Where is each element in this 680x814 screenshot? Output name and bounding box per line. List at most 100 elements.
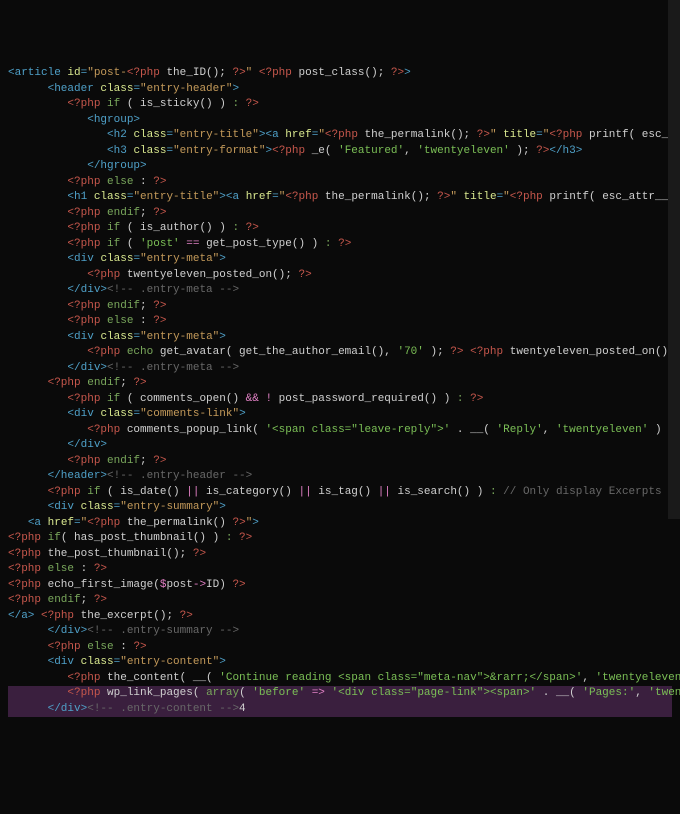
code-token: href xyxy=(48,517,74,529)
code-token: the_post_thumbnail(); xyxy=(48,548,193,560)
code-token: else xyxy=(87,641,120,653)
code-editor[interactable]: <article id="post-<?php the_ID(); ?>" <?… xyxy=(8,66,672,717)
code-token: <header xyxy=(48,83,101,95)
code-token: " xyxy=(246,67,259,79)
code-token: </header> xyxy=(48,470,107,482)
code-token: > xyxy=(219,656,226,668)
code-token: ?> xyxy=(239,532,252,544)
code-token: endif xyxy=(107,455,140,467)
code-token: the_permalink(); xyxy=(325,191,437,203)
code-token: > xyxy=(219,253,226,265)
code-token: </div> xyxy=(67,284,107,296)
code-token: ); xyxy=(510,145,536,157)
code-token: "entry-header" xyxy=(140,83,232,95)
code-token: if xyxy=(87,486,107,498)
code-token: > xyxy=(252,517,259,529)
code-token: <?php xyxy=(48,377,88,389)
code-token: => xyxy=(312,687,325,699)
code-token: <?php xyxy=(67,98,107,110)
code-token: class xyxy=(133,145,166,157)
code-token: else xyxy=(107,315,140,327)
code-token: <div xyxy=(48,656,81,668)
code-token: ( has_post_thumbnail() ) xyxy=(61,532,226,544)
code-token: ?> xyxy=(180,610,193,622)
code-token: is_tag() xyxy=(312,486,378,498)
code-token: </a> xyxy=(8,610,41,622)
code-token: if xyxy=(107,98,127,110)
code-token: class xyxy=(100,83,133,95)
code-token: > xyxy=(239,408,246,420)
code-token: <?php xyxy=(259,67,299,79)
code-token: '<span class="leave-reply">' xyxy=(265,424,450,436)
code-token: ( comments_open() xyxy=(127,393,246,405)
code-token: <h2 xyxy=(107,129,133,141)
code-token: "entry-summary" xyxy=(120,501,219,513)
code-token: <?php xyxy=(87,517,127,529)
code-token: . __( xyxy=(450,424,496,436)
code-token: the_permalink(); xyxy=(365,129,477,141)
code-token: <?php xyxy=(48,641,88,653)
code-token: ?> xyxy=(153,207,166,219)
code-token: <!-- .entry-meta --> xyxy=(107,284,239,296)
code-token: : xyxy=(140,315,153,327)
code-token: " xyxy=(503,191,510,203)
code-token: "entry-meta" xyxy=(140,331,219,343)
code-token: </div> xyxy=(67,362,107,374)
code-token: endif xyxy=(107,300,140,312)
code-token: if xyxy=(107,238,127,250)
code-token: <?php xyxy=(67,300,107,312)
code-token: ( is_sticky() ) xyxy=(127,98,233,110)
code-token: ; xyxy=(140,207,153,219)
code-token: <h1 xyxy=(67,191,93,203)
code-token: > xyxy=(219,331,226,343)
scrollbar-track[interactable] xyxy=(668,0,680,519)
code-token: ?> xyxy=(232,67,245,79)
code-token: 'twentyeleven' xyxy=(556,424,648,436)
code-token: get_post_type() ) xyxy=(199,238,324,250)
code-token: <?php xyxy=(127,67,167,79)
code-token: " xyxy=(450,191,463,203)
code-token: " xyxy=(490,129,503,141)
code-token: comments_popup_link( xyxy=(127,424,266,436)
code-token: <?php xyxy=(67,222,107,234)
code-token xyxy=(305,687,312,699)
code-token: <?php xyxy=(67,315,107,327)
code-token: : xyxy=(490,486,503,498)
code-token: else xyxy=(107,176,140,188)
code-token: == xyxy=(186,238,199,250)
code-token: : xyxy=(325,238,338,250)
code-token: the_ID(); xyxy=(166,67,232,79)
code-token: : xyxy=(81,563,94,575)
code-token: endif xyxy=(48,594,81,606)
code-token: post_class(); xyxy=(298,67,390,79)
code-token: : xyxy=(226,532,239,544)
code-token: || xyxy=(298,486,311,498)
code-token: class xyxy=(81,656,114,668)
code-token: class xyxy=(94,191,127,203)
code-token: : xyxy=(457,393,470,405)
code-token: <?php xyxy=(67,687,107,699)
code-token: ; xyxy=(81,594,94,606)
code-token: = xyxy=(74,517,81,529)
code-token: </div> xyxy=(48,625,88,637)
code-token: <?php xyxy=(67,238,107,250)
code-token: > xyxy=(404,67,411,79)
code-token: title xyxy=(464,191,497,203)
code-token: <?php xyxy=(67,207,107,219)
code-token: class xyxy=(100,331,133,343)
code-token: </div> xyxy=(67,439,107,451)
code-token: <?php xyxy=(87,424,127,436)
code-token: ID) xyxy=(206,579,232,591)
code-token: twentyeleven_posted_on(); xyxy=(510,346,680,358)
code-token: $ xyxy=(160,579,167,591)
code-token: 'before' xyxy=(252,687,305,699)
code-token: </hgroup> xyxy=(87,160,146,172)
code-token: array xyxy=(206,687,239,699)
code-token: href xyxy=(285,129,311,141)
code-token: <div xyxy=(48,501,81,513)
code-token: post xyxy=(166,579,192,591)
code-token: echo xyxy=(127,346,160,358)
code-token: ?> xyxy=(437,191,450,203)
code-token: <?php xyxy=(67,672,107,684)
code-token: 'Pages:' xyxy=(582,687,635,699)
